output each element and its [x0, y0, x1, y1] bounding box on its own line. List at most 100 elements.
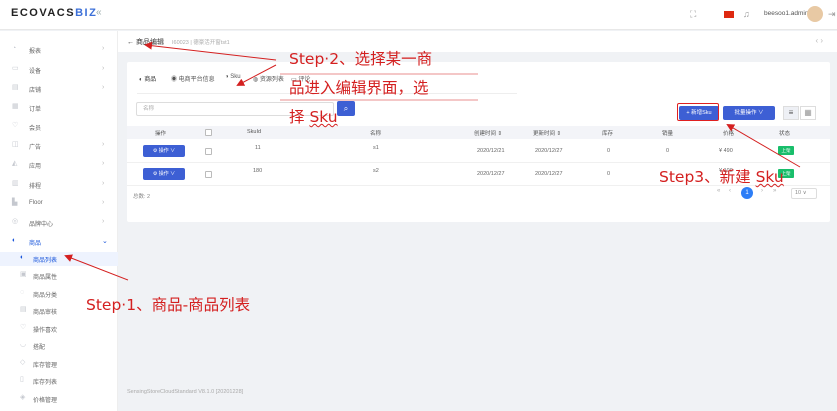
- cell-price: ¥ 490: [719, 148, 733, 154]
- sidebar-sub-goods-list[interactable]: ◐ 商品列表: [0, 252, 118, 266]
- sidebar-item-order[interactable]: ▦ 订单: [0, 101, 118, 115]
- chevron-right-icon: ›: [102, 84, 105, 91]
- annotation-step3: Step3、新建 Sku: [659, 168, 784, 186]
- sku-card: ◐ 商品 ◉ 电商平台信息 ◑ Sku ◍ 资源列表 ▭ 评论 名称 ⌕ + 新…: [127, 62, 830, 222]
- sidebar-sub-favorites[interactable]: ♡ 操作喜欢: [0, 322, 118, 336]
- sidebar-item-brand[interactable]: ◎ 品牌中心 ›: [0, 216, 118, 230]
- search-icon: ⌕: [343, 104, 349, 113]
- col-price: 价格: [723, 131, 735, 137]
- sidebar-collapse-icon[interactable]: «: [96, 7, 102, 18]
- sidebar: ◔ 报表 › ▭ 设备 › ▤ 店铺 › ▦ 订单 ♡ 会员 ◫ 广告 › ◭ 应用 › ▥ 排程 › ▙ F…: [0, 31, 118, 411]
- back-link[interactable]: ← 商品编辑: [127, 37, 164, 47]
- breadcrumb: I60023 | 德豪活开窗tst1: [172, 40, 230, 46]
- list-view-icon[interactable]: ≡: [783, 106, 799, 120]
- cell-name: s1: [373, 145, 379, 151]
- sidebar-item-store[interactable]: ▤ 店铺 ›: [0, 82, 118, 96]
- cell-created: 2020/12/27: [477, 171, 505, 177]
- brand-icon: ◎: [12, 218, 19, 225]
- sidebar-sub-goods-attr[interactable]: ▣ 商品属性: [0, 269, 118, 283]
- bell-icon[interactable]: ♫: [743, 9, 750, 19]
- chevron-right-icon: ›: [102, 65, 105, 72]
- floor-icon: ▙: [12, 199, 18, 206]
- logo-biz-text: BIZ: [75, 7, 98, 19]
- batch-operation-button[interactable]: 批量操作 ∨: [723, 106, 775, 120]
- chevron-left-icon[interactable]: ‹ ›: [815, 36, 823, 45]
- tab-sku[interactable]: ◑ Sku: [225, 74, 241, 80]
- order-icon: ▦: [12, 103, 19, 110]
- store-icon: ▤: [12, 84, 19, 91]
- page-header: ← 商品编辑 I60023 | 德豪活开窗tst1 ‹ ›: [118, 31, 837, 52]
- chart-icon: ◔: [12, 45, 17, 52]
- row-operation-button[interactable]: ⚙ 操作 ∨: [143, 168, 185, 180]
- price-icon: ◈: [20, 394, 26, 401]
- app-root: ECOVACSBIZ « ⛶ ♫ beesoo1.admin ⇥ ◔ 报表 › ▭ 设…: [0, 0, 837, 411]
- sidebar-sub-price[interactable]: ◈ 价格管理: [0, 392, 118, 406]
- first-page-icon[interactable]: «: [717, 188, 720, 194]
- prev-page-icon[interactable]: ‹: [729, 188, 731, 194]
- sidebar-item-device[interactable]: ▭ 设备 ›: [0, 63, 118, 77]
- sidebar-item-goods[interactable]: ◐ 商品 ⌄: [0, 235, 118, 249]
- col-sales: 销量: [662, 131, 674, 137]
- row-checkbox[interactable]: [205, 148, 212, 155]
- category-icon: ◌: [20, 289, 25, 296]
- add-sku-highlight: [677, 103, 719, 121]
- cell-name: s2: [373, 168, 379, 174]
- tab-resources[interactable]: ◍ 资源列表: [253, 74, 284, 83]
- chevron-right-icon: ›: [102, 218, 105, 225]
- attribute-icon: ▣: [20, 271, 27, 278]
- footer-version: SensingStoreCloudStandard V8.1.0 [202012…: [127, 389, 244, 395]
- ad-icon: ◫: [12, 141, 19, 148]
- user-name[interactable]: beesoo1.admin: [764, 10, 808, 17]
- annotation-step2-line1: Step·2、选择某一商: [289, 50, 433, 68]
- cell-stock: 0: [607, 148, 611, 154]
- cell-stock: 0: [607, 171, 611, 177]
- grid-view-icon[interactable]: ▦: [800, 106, 816, 120]
- chevron-right-icon: ›: [102, 45, 105, 52]
- expand-icon[interactable]: ⛶: [690, 9, 696, 20]
- last-page-icon[interactable]: »: [773, 188, 776, 194]
- sidebar-item-floor[interactable]: ▙ Floor ›: [0, 197, 118, 211]
- list-icon: ◐: [20, 254, 25, 261]
- row-checkbox[interactable]: [205, 171, 212, 178]
- stock-list-icon: ▯: [20, 376, 24, 383]
- logout-icon[interactable]: ⇥: [828, 9, 836, 20]
- language-flag-icon[interactable]: [724, 11, 734, 18]
- resource-icon: ◍: [253, 77, 260, 83]
- annotation-step1: Step·1、商品-商品列表: [86, 296, 251, 314]
- col-operation: 操作: [155, 131, 167, 137]
- total-count: 总数: 2: [133, 194, 151, 200]
- top-right-tools: ⛶ ♫ beesoo1.admin ⇥: [690, 0, 837, 30]
- audit-icon: ▤: [20, 306, 27, 313]
- row-operation-button[interactable]: ⚙ 操作 ∨: [143, 145, 185, 157]
- sidebar-item-app[interactable]: ◭ 应用 ›: [0, 158, 118, 172]
- col-created[interactable]: 创建时间 ⇕: [474, 129, 502, 137]
- logo-text: ECOVACS: [11, 7, 76, 19]
- sidebar-sub-match[interactable]: ◡ 搭配: [0, 339, 118, 353]
- sidebar-sub-stock-list[interactable]: ▯ 库存列表: [0, 374, 118, 388]
- chevron-right-icon: ›: [102, 160, 105, 167]
- platform-icon: ◉: [171, 77, 179, 83]
- avatar[interactable]: [807, 6, 823, 22]
- sidebar-item-ad[interactable]: ◫ 广告 ›: [0, 139, 118, 153]
- table-row: ⚙ 操作 ∨ 11 s1 2020/12/21 2020/12/27 0 0 ¥…: [127, 141, 830, 163]
- tab-goods[interactable]: ◐ 商品: [139, 74, 156, 83]
- device-icon: ▭: [12, 65, 19, 72]
- chevron-right-icon: ›: [102, 199, 105, 206]
- sidebar-sub-stock-manage[interactable]: ◇ 库存管理: [0, 357, 118, 371]
- col-updated[interactable]: 更新时间 ⇕: [533, 129, 561, 137]
- chevron-down-icon: ⌄: [102, 238, 108, 245]
- current-page[interactable]: 1: [741, 187, 753, 199]
- col-skuid: SkuId: [247, 129, 262, 135]
- page-size-select[interactable]: 10 ∨: [791, 188, 817, 199]
- chevron-right-icon: ›: [102, 180, 105, 187]
- search-button[interactable]: ⌕: [337, 101, 355, 116]
- next-page-icon[interactable]: ›: [761, 188, 763, 194]
- sidebar-item-report[interactable]: ◔ 报表 ›: [0, 43, 118, 57]
- select-all-checkbox[interactable]: [205, 129, 212, 136]
- sidebar-item-schedule[interactable]: ▥ 排程 ›: [0, 178, 118, 192]
- tab-ecommerce[interactable]: ◉ 电商平台信息: [171, 74, 215, 83]
- heart-icon: ♡: [20, 324, 27, 331]
- app-icon: ◭: [12, 160, 18, 167]
- sidebar-item-member[interactable]: ♡ 会员: [0, 120, 118, 134]
- cell-sales: 0: [666, 148, 670, 154]
